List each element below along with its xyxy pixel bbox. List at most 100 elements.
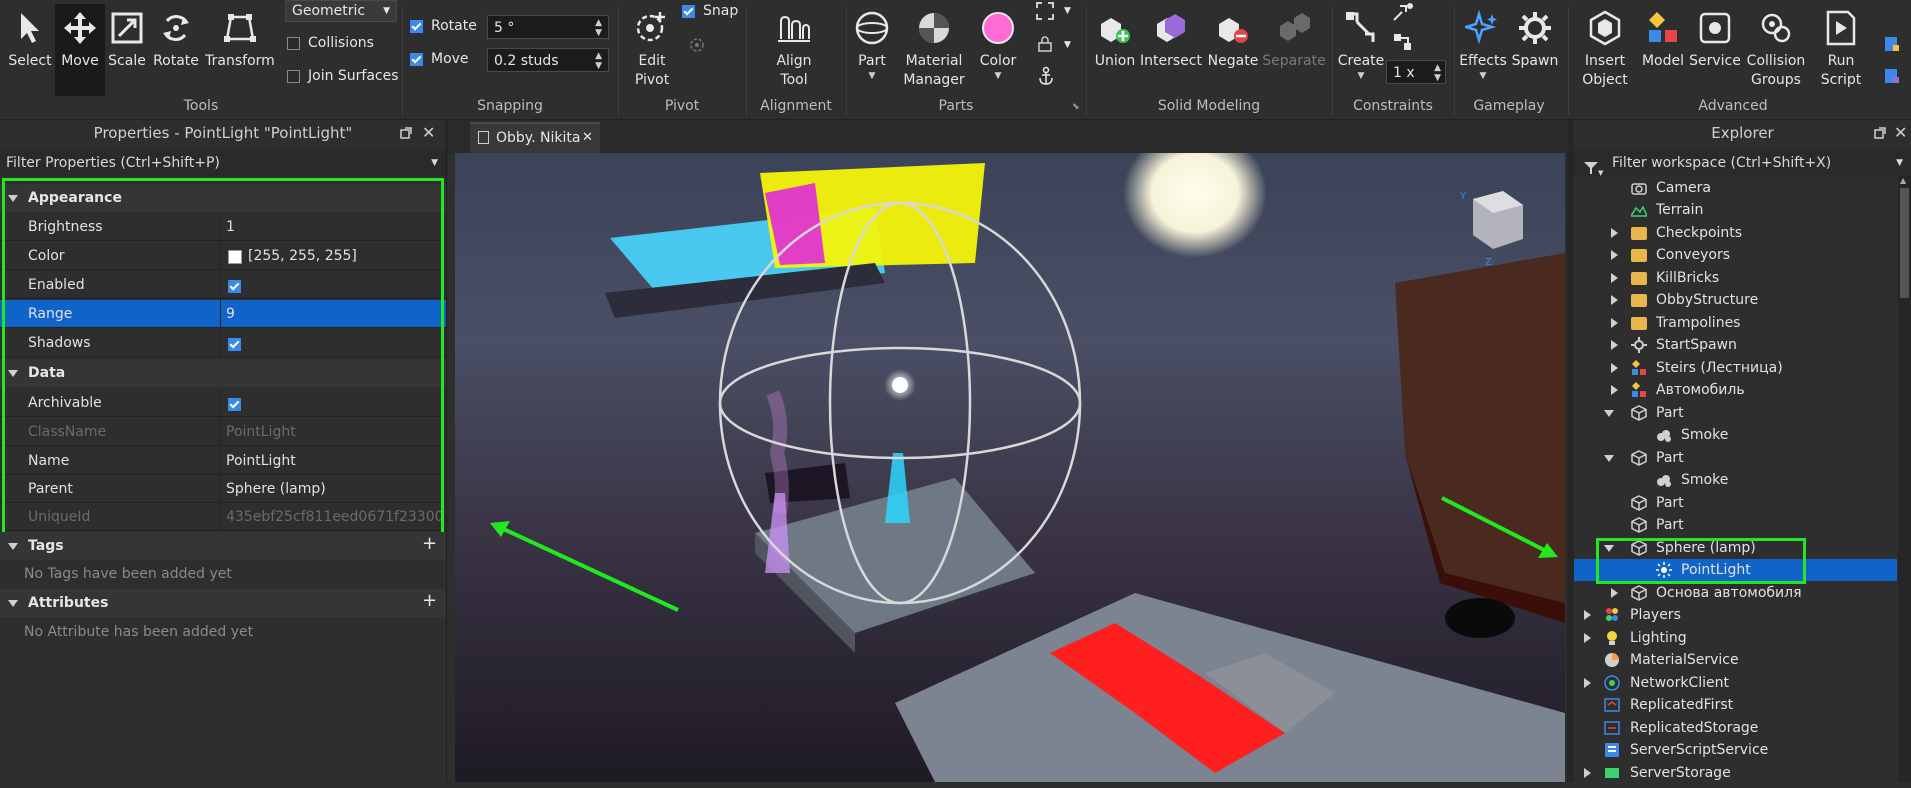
effects-button[interactable]: Effects ▼: [1458, 4, 1508, 96]
color-button[interactable]: Color ▼: [976, 4, 1020, 96]
expand-arrow-icon[interactable]: [1584, 633, 1591, 643]
collision-groups-button[interactable]: Collision Groups: [1742, 4, 1810, 96]
tree-item-checkpoints[interactable]: Checkpoints: [1574, 222, 1897, 244]
expand-arrow-icon[interactable]: [1584, 678, 1591, 688]
tree-item-part[interactable]: Part: [1574, 402, 1897, 424]
snap-move-toggle[interactable]: Move: [410, 51, 469, 67]
create-constraint-button[interactable]: Create ▼: [1336, 4, 1386, 96]
tags-category[interactable]: Tags +: [0, 532, 446, 560]
chevron-down-icon[interactable]: ▼: [1480, 71, 1487, 81]
negate-button[interactable]: Negate: [1204, 4, 1262, 96]
join-surfaces-toggle[interactable]: Join Surfaces: [287, 68, 399, 84]
tree-item-materialservice[interactable]: MaterialService: [1574, 649, 1897, 671]
run-script-button[interactable]: Run Script: [1816, 4, 1866, 96]
transform-mode-dropdown[interactable]: Geometric ▼: [285, 0, 397, 22]
tree-item-trampolines[interactable]: Trampolines: [1574, 312, 1897, 334]
tree-item-killbricks[interactable]: KillBricks: [1574, 267, 1897, 289]
stepper-icon[interactable]: ▲ ▼: [595, 18, 602, 38]
undock-icon[interactable]: [400, 127, 412, 139]
tree-item-serverstorage[interactable]: ServerStorage: [1574, 762, 1897, 784]
align-tool-button[interactable]: Align Tool: [768, 4, 820, 96]
collisions-toggle[interactable]: Collisions: [287, 35, 374, 51]
scroll-up-icon[interactable]: ▲: [1900, 176, 1906, 185]
snap-rotate-toggle[interactable]: Rotate: [410, 18, 477, 34]
close-icon[interactable]: ✕: [422, 123, 435, 142]
tree-item-conveyors[interactable]: Conveyors: [1574, 244, 1897, 266]
service-button[interactable]: Service: [1688, 4, 1742, 96]
scale-tool-button[interactable]: Scale: [104, 4, 150, 96]
chevron-down-icon[interactable]: ▼: [1064, 6, 1071, 16]
undock-icon[interactable]: [1874, 127, 1886, 139]
tree-item-smoke[interactable]: Smoke: [1574, 424, 1897, 446]
snap-rotate-field[interactable]: 5 ° ▲ ▼: [487, 15, 609, 39]
chevron-down-icon[interactable]: ▼: [869, 71, 876, 81]
transform-tool-button[interactable]: Transform: [204, 4, 276, 96]
separate-button[interactable]: Separate: [1262, 4, 1326, 96]
collapse-arrow-icon[interactable]: [1604, 455, 1614, 462]
spawn-button[interactable]: Spawn: [1510, 4, 1560, 96]
scrollbar-thumb[interactable]: [1900, 188, 1909, 298]
chevron-down-icon[interactable]: ▼: [1896, 150, 1903, 176]
tree-item-camera[interactable]: Camera: [1574, 177, 1897, 199]
tree-item-lighting[interactable]: Lighting: [1574, 627, 1897, 649]
select-tool-button[interactable]: Select: [4, 4, 56, 96]
expand-arrow-icon[interactable]: [1611, 385, 1618, 395]
tree-item-replicatedstorage[interactable]: ReplicatedStorage: [1574, 717, 1897, 739]
chevron-down-icon[interactable]: ▼: [1358, 71, 1365, 81]
collapse-arrow-icon[interactable]: [1604, 410, 1614, 417]
collapse-triangle-icon[interactable]: [8, 599, 18, 607]
expand-corner-icon[interactable]: ⬊: [1072, 102, 1080, 112]
expand-arrow-icon[interactable]: [1611, 295, 1618, 305]
union-button[interactable]: Union: [1094, 4, 1136, 96]
tree-item-obbystructure[interactable]: ObbyStructure: [1574, 289, 1897, 311]
anchor-icon[interactable]: [1036, 66, 1056, 86]
tree-item-replicatedfirst[interactable]: ReplicatedFirst: [1574, 694, 1897, 716]
rotate-tool-button[interactable]: Rotate: [150, 4, 202, 96]
script-icon[interactable]: [1884, 36, 1900, 52]
snap-move-checkbox[interactable]: [410, 52, 423, 66]
tree-item-avtomobil[interactable]: Автомобиль: [1574, 379, 1897, 401]
3d-viewport[interactable]: Y Z: [455, 153, 1565, 782]
tab-obby-nikita[interactable]: Obby. Nikita ✕: [470, 122, 600, 153]
expand-arrow-icon[interactable]: [1584, 768, 1591, 778]
join-surfaces-checkbox[interactable]: [287, 69, 300, 83]
expand-arrow-icon[interactable]: [1611, 363, 1618, 373]
local-script-icon[interactable]: [1884, 68, 1900, 84]
part-button[interactable]: Part ▼: [852, 4, 892, 96]
attributes-category[interactable]: Attributes +: [0, 589, 446, 617]
tree-item-serverscriptservice[interactable]: ServerScriptService: [1574, 739, 1897, 761]
tree-item-networkclient[interactable]: NetworkClient: [1574, 672, 1897, 694]
snap-target-icon[interactable]: [688, 36, 706, 54]
collisions-checkbox[interactable]: [287, 36, 300, 50]
tree-item-players[interactable]: Players: [1574, 604, 1897, 626]
expand-arrow-icon[interactable]: [1611, 228, 1618, 238]
expand-arrow-icon[interactable]: [1611, 340, 1618, 350]
snap-rotate-checkbox[interactable]: [410, 19, 423, 33]
stepper-icon[interactable]: ▲ ▼: [595, 51, 602, 71]
tree-item-part[interactable]: Part: [1574, 514, 1897, 536]
model-button[interactable]: Model: [1638, 4, 1688, 96]
edit-pivot-button[interactable]: Edit Pivot: [626, 4, 678, 96]
tree-item-terrain[interactable]: Terrain: [1574, 199, 1897, 221]
expand-arrow-icon[interactable]: [1611, 318, 1618, 328]
insert-object-button[interactable]: Insert Object: [1576, 4, 1634, 96]
close-tab-icon[interactable]: ✕: [582, 124, 593, 152]
properties-filter-input[interactable]: Filter Properties (Ctrl+Shift+P) ▼: [0, 150, 446, 176]
view-cube[interactable]: Y Z: [1459, 191, 1523, 268]
panel-splitter[interactable]: [1567, 120, 1574, 782]
tree-item-smoke[interactable]: Smoke: [1574, 469, 1897, 491]
lock-icon[interactable]: [1038, 36, 1052, 52]
tree-item-startspawn[interactable]: StartSpawn: [1574, 334, 1897, 356]
material-manager-button[interactable]: Material Manager: [902, 4, 966, 96]
stepper-icon[interactable]: ▲ ▼: [1434, 63, 1441, 83]
add-tag-icon[interactable]: +: [422, 530, 437, 558]
chevron-down-icon[interactable]: ▼: [1064, 40, 1071, 50]
collapse-triangle-icon[interactable]: [8, 542, 18, 550]
expand-arrow-icon[interactable]: [1611, 273, 1618, 283]
explorer-filter-input[interactable]: ▼ Filter workspace (Ctrl+Shift+X) ▼: [1574, 150, 1911, 177]
move-tool-button[interactable]: Move: [55, 4, 105, 96]
explorer-scrollbar[interactable]: ▲: [1898, 176, 1911, 782]
constraint-scale-field[interactable]: 1 x ▲ ▼: [1386, 60, 1446, 84]
pivot-snap-toggle[interactable]: Snap: [682, 3, 738, 19]
chevron-down-icon[interactable]: ▼: [995, 71, 1002, 81]
